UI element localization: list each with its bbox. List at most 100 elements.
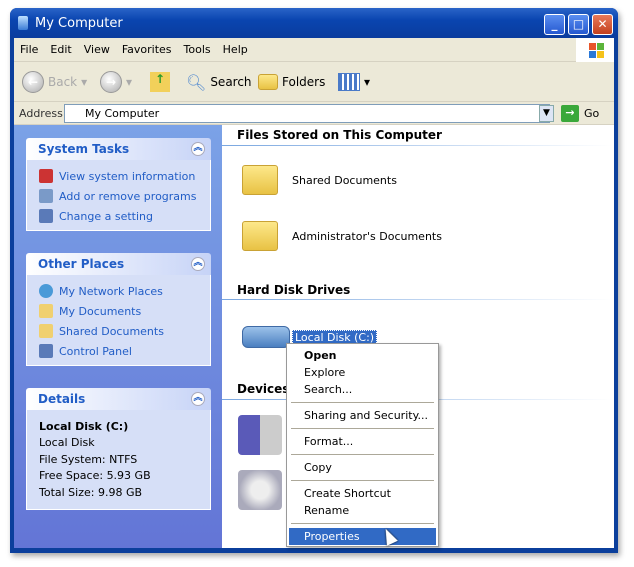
hard-disk-icon xyxy=(242,326,290,348)
detail-free-space: Free Space: 5.93 GB xyxy=(39,469,151,483)
menu-file[interactable]: File xyxy=(14,38,44,56)
detail-total-size: Total Size: 9.98 GB xyxy=(39,485,143,499)
menu-search[interactable]: Search... xyxy=(289,381,436,398)
folder-icon xyxy=(39,324,53,338)
up-button[interactable]: ↑ xyxy=(150,70,170,94)
other-places-panel: Other Places ︽ My Network Places My Docum… xyxy=(26,253,211,366)
menu-edit[interactable]: Edit xyxy=(44,38,77,56)
divider xyxy=(222,145,612,146)
minimize-button[interactable]: _ xyxy=(544,14,565,35)
folders-button[interactable]: Folders xyxy=(258,70,325,94)
task-change-setting[interactable]: Change a setting xyxy=(39,206,210,226)
go-button[interactable]: → Go xyxy=(561,105,599,122)
details-header[interactable]: Details ︽ xyxy=(26,388,211,410)
place-label: My Documents xyxy=(59,304,142,318)
item-label: Administrator's Documents xyxy=(292,229,442,243)
menu-create-shortcut[interactable]: Create Shortcut xyxy=(289,485,436,502)
forward-arrow-icon: → xyxy=(100,71,122,93)
menu-explore[interactable]: Explore xyxy=(289,364,436,381)
separator xyxy=(291,454,434,455)
item-shared-documents[interactable]: Shared Documents xyxy=(242,165,397,195)
views-button[interactable]: ▾ xyxy=(338,70,370,94)
collapse-icon[interactable]: ︽ xyxy=(191,392,205,406)
task-label: Change a setting xyxy=(59,209,153,223)
search-button[interactable]: 🔍︎ Search xyxy=(186,70,252,94)
separator xyxy=(291,523,434,524)
title-bar[interactable]: My Computer _ □ ✕ xyxy=(10,8,618,38)
place-shared-documents[interactable]: Shared Documents xyxy=(39,321,210,341)
go-label: Go xyxy=(584,107,600,120)
toolbar: ← Back ▾ → ▾ ↑ 🔍︎ Search Folders ▾ xyxy=(14,62,614,102)
detail-type: Local Disk xyxy=(39,436,95,450)
back-label: Back xyxy=(48,75,78,89)
menu-format[interactable]: Format... xyxy=(289,433,436,450)
back-button[interactable]: ← Back ▾ xyxy=(22,70,87,94)
system-info-icon xyxy=(39,169,53,183)
windows-logo-icon xyxy=(576,38,614,62)
collapse-icon[interactable]: ︽ xyxy=(191,142,205,156)
separator xyxy=(291,402,434,403)
views-icon xyxy=(338,73,360,91)
item-label: Shared Documents xyxy=(292,173,397,187)
task-label: View system information xyxy=(59,169,196,183)
details-panel: Details ︽ Local Disk (C:) Local Disk File… xyxy=(26,388,211,510)
search-icon: 🔍︎ xyxy=(186,72,207,92)
window-title: My Computer xyxy=(35,16,123,31)
address-dropdown-button[interactable]: ▼ xyxy=(539,105,554,122)
add-remove-icon xyxy=(39,189,53,203)
back-arrow-icon: ← xyxy=(22,71,44,93)
panel-title: Other Places xyxy=(38,257,125,271)
menu-view[interactable]: View xyxy=(78,38,116,56)
maximize-button[interactable]: □ xyxy=(568,14,589,35)
computer-icon xyxy=(18,16,28,30)
place-control-panel[interactable]: Control Panel xyxy=(39,341,210,361)
menu-sharing-security[interactable]: Sharing and Security... xyxy=(289,407,436,424)
menu-rename[interactable]: Rename xyxy=(289,502,436,519)
forward-button[interactable]: → ▾ xyxy=(100,70,132,94)
control-panel-icon xyxy=(39,209,53,223)
close-button[interactable]: ✕ xyxy=(592,14,613,35)
section-files-header: Files Stored on This Computer xyxy=(237,128,442,142)
task-pane: System Tasks ︽ View system information Ad… xyxy=(14,125,222,548)
menu-tools[interactable]: Tools xyxy=(178,38,217,56)
place-label: My Network Places xyxy=(59,284,163,298)
go-arrow-icon: → xyxy=(561,105,579,122)
place-label: Shared Documents xyxy=(59,324,164,338)
section-devices-header: Devices xyxy=(237,382,290,396)
separator xyxy=(291,428,434,429)
section-hdd-header: Hard Disk Drives xyxy=(237,283,351,297)
panel-title: System Tasks xyxy=(38,142,130,156)
folder-icon xyxy=(242,221,278,251)
folder-icon xyxy=(242,165,278,195)
menu-bar: File Edit View Favorites Tools Help xyxy=(14,38,614,62)
item-administrators-documents[interactable]: Administrator's Documents xyxy=(242,221,442,251)
collapse-icon[interactable]: ︽ xyxy=(191,257,205,271)
divider xyxy=(222,299,612,300)
cd-drive-icon[interactable] xyxy=(238,470,282,510)
address-value: My Computer xyxy=(85,107,160,120)
place-my-documents[interactable]: My Documents xyxy=(39,301,210,321)
address-bar: Address My Computer ▼ → Go xyxy=(14,102,614,125)
folders-label: Folders xyxy=(282,75,326,89)
task-view-system-info[interactable]: View system information xyxy=(39,166,210,186)
address-input[interactable]: My Computer xyxy=(64,104,550,123)
folders-icon xyxy=(258,74,278,90)
folder-up-icon: ↑ xyxy=(150,72,170,92)
menu-copy[interactable]: Copy xyxy=(289,459,436,476)
search-label: Search xyxy=(210,75,252,89)
menu-help[interactable]: Help xyxy=(217,38,254,56)
folder-icon xyxy=(39,304,53,318)
other-places-header[interactable]: Other Places ︽ xyxy=(26,253,211,275)
detail-filesystem: File System: NTFS xyxy=(39,452,138,466)
floppy-drive-icon[interactable] xyxy=(238,415,282,455)
system-tasks-header[interactable]: System Tasks ︽ xyxy=(26,138,211,160)
context-menu: Open Explore Search... Sharing and Secur… xyxy=(286,343,439,547)
system-tasks-panel: System Tasks ︽ View system information Ad… xyxy=(26,138,211,231)
place-network[interactable]: My Network Places xyxy=(39,281,210,301)
menu-favorites[interactable]: Favorites xyxy=(116,38,178,56)
network-icon xyxy=(39,284,53,298)
menu-properties[interactable]: Properties xyxy=(289,528,436,545)
address-label: Address xyxy=(19,107,63,120)
menu-open[interactable]: Open xyxy=(289,347,436,364)
task-add-remove-programs[interactable]: Add or remove programs xyxy=(39,186,210,206)
